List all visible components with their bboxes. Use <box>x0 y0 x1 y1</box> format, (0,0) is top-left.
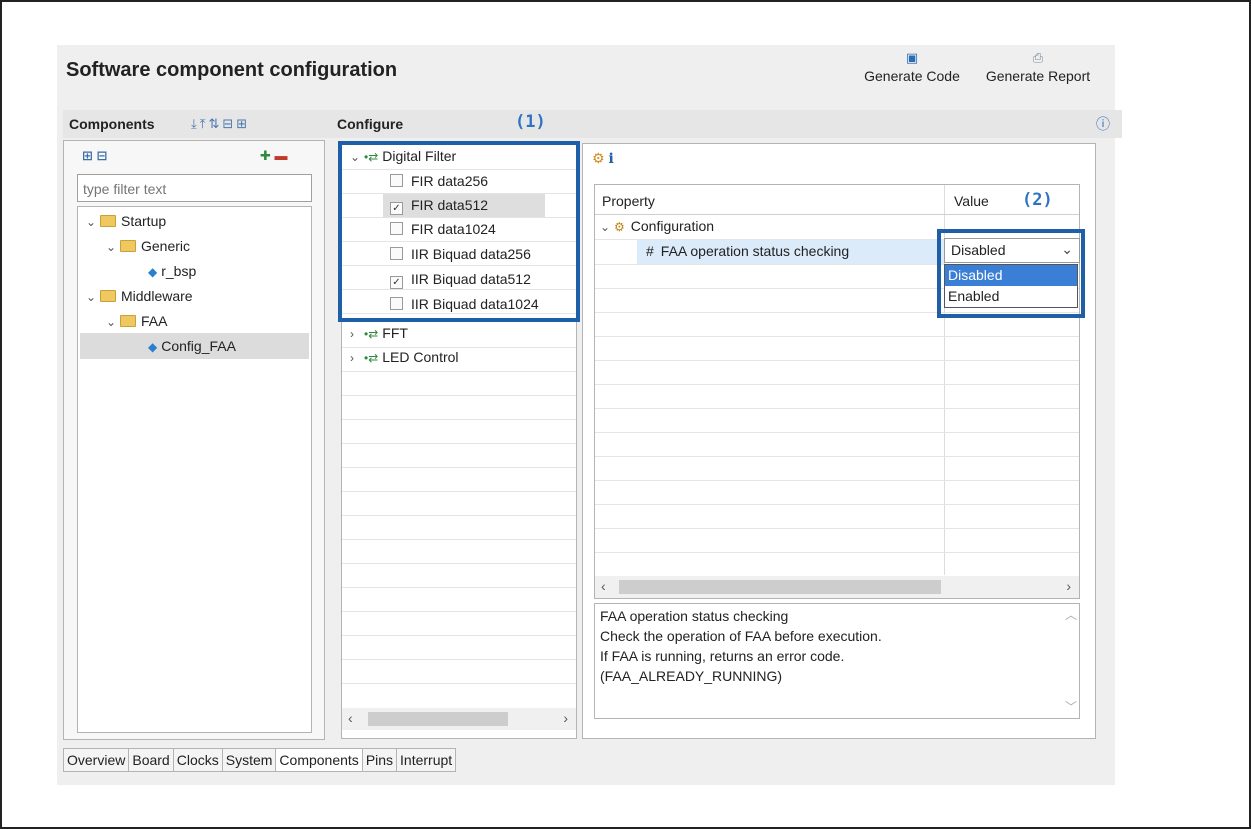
component-icon: ◆ <box>148 265 158 279</box>
chevron-right-icon[interactable]: › <box>350 347 364 370</box>
tab-board[interactable]: Board <box>128 748 173 772</box>
filter-box <box>77 174 312 202</box>
tab-system[interactable]: System <box>221 748 276 772</box>
description-scrollbar[interactable]: ︿ ﹀ <box>1062 604 1078 717</box>
scroll-left-icon[interactable]: ‹ <box>348 710 353 726</box>
generate-code-label: Generate Code <box>864 68 960 84</box>
chevron-down-icon[interactable]: ⌄ <box>106 236 120 259</box>
scroll-right-icon[interactable]: › <box>563 710 568 726</box>
annotation-1: (1) <box>515 112 546 132</box>
scrollbar-thumb[interactable] <box>368 712 508 726</box>
tree-item-middleware[interactable]: ⌄ Middleware <box>86 285 193 308</box>
info-i-icon[interactable]: i <box>608 151 613 167</box>
properties-toolbar[interactable]: ⚙ i <box>592 150 614 167</box>
tab-components[interactable]: Components <box>275 748 362 772</box>
chevron-down-icon[interactable]: ⌄ <box>600 216 614 239</box>
scroll-up-icon[interactable]: ︿ <box>1065 606 1077 623</box>
bottom-tab-bar: Overview Board Clocks System Components … <box>63 748 457 772</box>
generate-report-button[interactable]: ⎙ Generate Report <box>976 50 1100 90</box>
tab-overview[interactable]: Overview <box>63 748 129 772</box>
settings-icon[interactable]: ⚙ <box>592 150 605 166</box>
connector-icon: •⇄ <box>364 351 379 365</box>
scroll-down-icon[interactable]: ﹀ <box>1065 698 1077 715</box>
highlight-box-1 <box>338 141 580 322</box>
configuration-row[interactable]: ⌄ ⚙ Configuration <box>600 215 714 238</box>
generate-code-icon: ▣ <box>905 50 919 65</box>
tree-item-fft[interactable]: › •⇄ FFT <box>350 322 408 345</box>
tab-clocks[interactable]: Clocks <box>172 748 222 772</box>
component-icon: ◆ <box>148 340 158 354</box>
folder-icon <box>120 240 136 252</box>
components-toolbar-icons[interactable]: ⤓⤒⇅⊟⊞ <box>191 110 250 138</box>
configure-panel-header: Configure ⓘ <box>328 110 1122 138</box>
folder-icon <box>100 215 116 227</box>
scrollbar-thumb[interactable] <box>619 580 941 594</box>
components-panel-header: Components ⤓⤒⇅⊟⊞ <box>63 110 331 138</box>
scroll-left-icon[interactable]: ‹ <box>601 578 606 594</box>
hash-icon: # <box>646 243 654 259</box>
property-faa-operation-status[interactable]: # FAA operation status checking <box>646 240 849 263</box>
generate-code-button[interactable]: ▣ Generate Code <box>853 50 971 90</box>
configure-header-label: Configure <box>337 116 404 132</box>
view-toggle-icons[interactable]: ⊞ ⊟ <box>82 148 107 164</box>
description-text: FAA operation status checking Check the … <box>600 608 882 684</box>
tree-item-config-faa[interactable]: ◆ Config_FAA <box>148 335 236 358</box>
tree-item-faa[interactable]: ⌄ FAA <box>106 310 167 333</box>
chevron-down-icon[interactable]: ⌄ <box>86 211 100 234</box>
col-property-header: Property <box>602 193 655 209</box>
gear-icon: ⚙ <box>614 220 625 234</box>
info-icon[interactable]: ⓘ <box>1096 110 1110 138</box>
chevron-down-icon[interactable]: ⌄ <box>86 286 100 309</box>
tree-item-startup[interactable]: ⌄ Startup <box>86 210 166 233</box>
tab-interrupt[interactable]: Interrupt <box>396 748 457 772</box>
add-remove-icons[interactable]: ✚ ▬ <box>260 148 288 164</box>
tab-pins[interactable]: Pins <box>361 748 397 772</box>
col-value-header: Value <box>954 193 989 209</box>
folder-icon <box>120 315 136 327</box>
property-scrollbar[interactable]: ‹ › <box>595 576 1079 598</box>
chevron-right-icon[interactable]: › <box>350 323 364 346</box>
page-title: Software component configuration <box>66 59 398 81</box>
scroll-right-icon[interactable]: › <box>1066 578 1071 594</box>
chevron-down-icon[interactable]: ⌄ <box>106 311 120 334</box>
printer-icon: ⎙ <box>1032 50 1044 65</box>
folder-icon <box>100 290 116 302</box>
highlight-box-2 <box>937 229 1085 318</box>
components-header-label: Components <box>69 116 155 132</box>
tree-item-generic[interactable]: ⌄ Generic <box>106 235 190 258</box>
tree-item-r-bsp[interactable]: ◆ r_bsp <box>148 260 196 283</box>
connector-icon: •⇄ <box>364 327 379 341</box>
filter-input[interactable] <box>81 176 310 202</box>
configure-scrollbar[interactable]: ‹ › <box>342 708 576 730</box>
annotation-2: (2) <box>1022 190 1053 210</box>
tree-item-led-control[interactable]: › •⇄ LED Control <box>350 346 459 369</box>
generate-report-label: Generate Report <box>985 68 1091 84</box>
